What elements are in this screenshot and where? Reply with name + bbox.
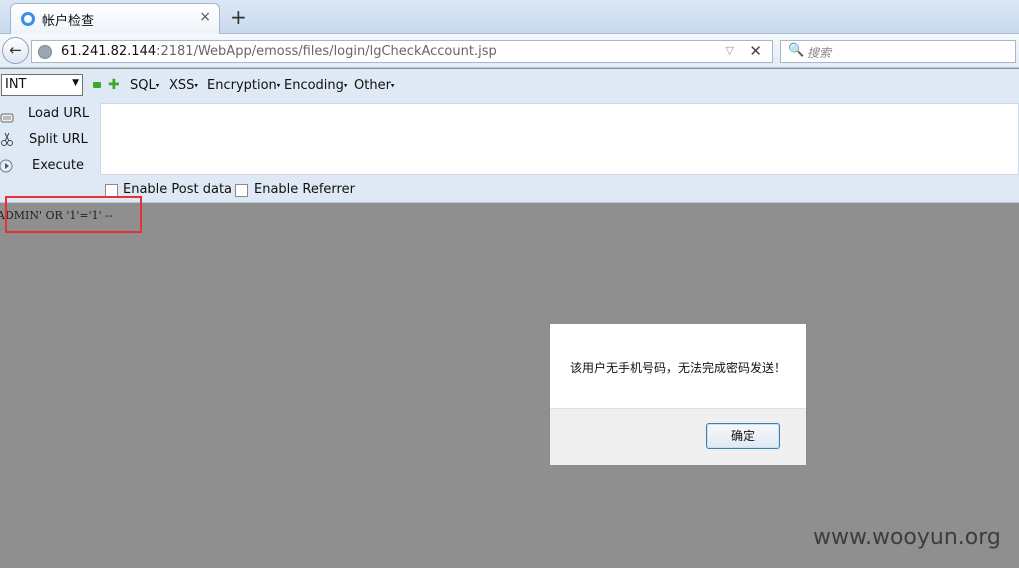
- chevron-down-icon: ▼: [72, 78, 79, 88]
- url-bar[interactable]: 61.241.82.144:2181/WebApp/emoss/files/lo…: [31, 40, 773, 63]
- url-host: 61.241.82.144: [61, 44, 157, 59]
- type-select-value: INT: [5, 77, 27, 92]
- hackbar-toolbar: INT ▼ ✚ SQL▾ XSS▾ Encryption▾ Encoding▾ …: [0, 69, 1019, 103]
- search-placeholder: 搜索: [807, 46, 832, 60]
- menu-other[interactable]: Other▾: [354, 78, 394, 93]
- enable-referrer-label: Enable Referrer: [254, 182, 355, 197]
- menu-sql[interactable]: SQL▾: [130, 78, 159, 93]
- back-button[interactable]: ←: [2, 37, 29, 64]
- dialog-message: 该用户无手机号码，无法完成密码发送！: [569, 361, 786, 375]
- search-icon: 🔍: [788, 43, 805, 58]
- type-select[interactable]: INT ▼: [1, 74, 83, 96]
- search-input[interactable]: 🔍 搜索: [780, 40, 1016, 63]
- execute-label: Execute: [32, 158, 84, 173]
- menu-xss-label: XSS: [169, 78, 195, 93]
- navigation-bar: ← 61.241.82.144:2181/WebApp/emoss/files/…: [0, 34, 1019, 68]
- play-icon: [0, 159, 13, 173]
- caret-icon: ▾: [155, 81, 160, 90]
- history-dropdown-icon[interactable]: ▽: [726, 44, 734, 57]
- load-url-icon: [0, 113, 14, 123]
- highlight-box: [5, 196, 142, 233]
- url-textarea[interactable]: [100, 103, 1019, 175]
- tab-title: 帐户检查: [42, 14, 95, 29]
- caret-icon: ▾: [194, 81, 198, 90]
- menu-encryption-label: Encryption: [207, 78, 277, 93]
- split-url-label: Split URL: [29, 132, 88, 147]
- decrease-icon[interactable]: [93, 82, 101, 88]
- enable-referrer-checkbox[interactable]: [235, 184, 248, 197]
- caret-icon: ▾: [343, 81, 348, 90]
- browser-tab[interactable]: 帐户检查 ×: [10, 3, 220, 34]
- menu-encoding-label: Encoding: [284, 78, 344, 93]
- alert-dialog: 该用户无手机号码，无法完成密码发送！ 确定: [549, 323, 807, 466]
- caret-icon: ▾: [390, 81, 395, 90]
- url-text[interactable]: 61.241.82.144:2181/WebApp/emoss/files/lo…: [61, 44, 497, 59]
- loading-icon: [21, 12, 35, 26]
- tab-close-icon[interactable]: ×: [199, 9, 211, 25]
- ok-button[interactable]: 确定: [706, 423, 780, 449]
- menu-other-label: Other: [354, 78, 391, 93]
- dialog-footer: 确定: [550, 408, 806, 465]
- tab-strip: 帐户检查 × +: [0, 0, 1019, 34]
- globe-icon: [38, 45, 52, 59]
- menu-encryption[interactable]: Encryption▾: [207, 78, 280, 93]
- increase-icon[interactable]: ✚: [108, 78, 120, 92]
- url-path: :2181/WebApp/emoss/files/login/lgCheckAc…: [156, 44, 497, 59]
- scissors-icon: [1, 132, 13, 146]
- enable-post-label: Enable Post data: [123, 182, 233, 197]
- stop-icon[interactable]: ✕: [749, 42, 762, 60]
- hackbar-panel: Load URL Split URL Execute Enable Post d…: [0, 103, 1019, 203]
- caret-icon: ▾: [276, 81, 281, 90]
- menu-encoding[interactable]: Encoding▾: [284, 78, 347, 93]
- menu-sql-label: SQL: [130, 78, 156, 93]
- menu-xss[interactable]: XSS▾: [169, 78, 198, 93]
- watermark: www.wooyun.org: [813, 525, 1001, 550]
- load-url-label: Load URL: [28, 106, 90, 121]
- new-tab-button[interactable]: +: [230, 5, 247, 29]
